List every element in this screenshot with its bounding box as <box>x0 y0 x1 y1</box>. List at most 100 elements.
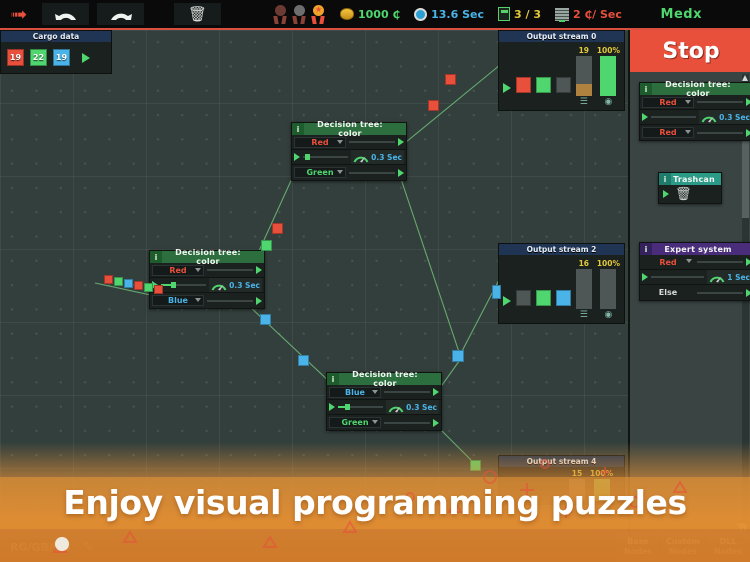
delay-track[interactable] <box>161 282 207 288</box>
node-row-condition-2: Blue <box>150 293 264 308</box>
delay-track[interactable] <box>651 116 697 118</box>
output-port[interactable] <box>398 138 404 146</box>
delay-gauge[interactable]: 0.3 Sec <box>209 278 262 292</box>
delay-gauge[interactable]: 0.3 Sec <box>386 400 439 414</box>
delete-button[interactable]: 🗑 <box>174 3 221 25</box>
input-port[interactable] <box>503 296 511 306</box>
target-icon: ◉ <box>604 97 613 107</box>
node-header[interactable]: i Decision tree: color <box>150 248 264 266</box>
delay-gauge[interactable]: 0.3 Sec <box>699 110 750 124</box>
color-select-value: Red <box>659 128 677 137</box>
undo-button[interactable] <box>42 3 89 25</box>
color-select-value: Red <box>311 137 329 147</box>
input-port[interactable] <box>642 273 648 281</box>
input-port[interactable] <box>642 113 648 121</box>
info-icon[interactable]: i <box>640 243 652 255</box>
cargo-item: 19 <box>7 49 24 66</box>
redo-button[interactable] <box>97 3 144 25</box>
sidebar-scrollbar[interactable] <box>742 74 749 532</box>
color-select[interactable]: Blue <box>152 295 204 306</box>
cargo-block <box>452 350 464 362</box>
output-port[interactable] <box>746 98 750 106</box>
rate-value: 2 ₵/ Sec <box>572 7 622 21</box>
color-select[interactable]: Red <box>642 127 694 138</box>
cargo-block <box>428 100 439 111</box>
tab-dll-nodes[interactable]: DLL Nodes <box>705 532 750 562</box>
connection-track <box>697 291 743 294</box>
color-select[interactable]: Red <box>642 257 694 268</box>
output-stream-2-panel[interactable]: Output stream 2 16 ☰ 100% ◉ <box>498 243 625 324</box>
info-icon[interactable]: i <box>640 83 652 95</box>
count-bar <box>575 56 592 96</box>
output-stream-4-panel[interactable]: Output stream 4 15 100% <box>498 455 625 505</box>
cargo-output-port[interactable] <box>82 52 90 63</box>
right-sidebar: Stop i Decision tree: color Red 0.3 Sec … <box>628 30 750 532</box>
count-value: 15 <box>571 469 583 478</box>
bottom-bar: RG/GB/RG ✎ Base Nodes Custom Nodes DLL N… <box>0 523 750 562</box>
cursor-tool-button[interactable]: ➟ <box>4 3 34 25</box>
node-canvas[interactable]: Cargo data 19 22 19 i Decision tree: col… <box>0 30 628 532</box>
input-port[interactable] <box>663 190 669 198</box>
cargo-block <box>104 275 113 284</box>
node-header[interactable]: i Decision tree: color <box>292 120 406 138</box>
gauge-icon <box>709 272 725 283</box>
stop-button[interactable]: Stop <box>630 30 750 72</box>
color-select[interactable]: Blue <box>329 386 381 398</box>
node-title: Decision tree: color <box>175 248 241 266</box>
output-port[interactable] <box>398 168 404 177</box>
edit-pencil-icon[interactable]: ✎ <box>82 540 93 555</box>
output-stream-title: Output stream 4 <box>499 456 624 467</box>
node-header[interactable]: i Decision tree: color <box>327 370 441 388</box>
node-title: Decision tree: color <box>352 370 418 388</box>
tab-custom-nodes[interactable]: Custom Nodes <box>660 532 705 562</box>
tab-label-line2: Nodes <box>623 547 653 556</box>
stack-icon: ☰ <box>579 97 588 107</box>
cargo-block <box>492 285 501 299</box>
input-port[interactable] <box>503 83 511 93</box>
delay-gauge[interactable]: 0.3 Sec <box>351 150 404 164</box>
info-icon[interactable]: i <box>659 173 671 185</box>
output-port[interactable] <box>746 258 750 266</box>
decision-tree-node-left[interactable]: i Decision tree: color Red 0.3 Sec Blue <box>149 248 265 309</box>
tab-base-nodes[interactable]: Base Nodes <box>615 532 660 562</box>
color-select[interactable]: Red <box>642 96 694 108</box>
decision-tree-node-bottom[interactable]: i Decision tree: color Blue 0.3 Sec Gree… <box>326 370 442 431</box>
node-header[interactable]: i Decision tree: color <box>640 80 750 98</box>
connection-track <box>697 101 743 103</box>
output-port[interactable] <box>256 296 262 305</box>
cargo-block <box>154 285 163 294</box>
output-port[interactable] <box>746 288 750 297</box>
else-label-wrap: Else <box>642 287 694 298</box>
delay-track[interactable] <box>338 404 384 410</box>
info-icon[interactable]: i <box>327 373 339 385</box>
chevron-down-icon <box>372 389 378 394</box>
palette-expert-system-node[interactable]: i Expert system Red 1 Sec Else <box>639 242 750 301</box>
node-header[interactable]: i Trashcan <box>659 173 721 185</box>
output-port[interactable] <box>433 388 439 396</box>
output-port[interactable] <box>433 418 439 427</box>
crates-value: 3 / 3 <box>513 7 541 21</box>
delay-track[interactable] <box>303 154 349 160</box>
decision-tree-node-top[interactable]: i Decision tree: color Red 0.3 Sec Green <box>291 120 407 181</box>
info-icon[interactable]: i <box>292 123 304 135</box>
cargo-block <box>470 460 481 471</box>
collapse-caret-icon[interactable] <box>736 523 746 530</box>
cargo-data-panel[interactable]: Cargo data 19 22 19 <box>0 30 112 74</box>
info-icon[interactable]: i <box>150 251 162 263</box>
color-select[interactable]: Red <box>294 136 346 148</box>
output-port[interactable] <box>256 266 262 274</box>
output-port[interactable] <box>746 128 750 137</box>
color-select[interactable]: Green <box>329 417 381 428</box>
node-header[interactable]: i Expert system <box>640 243 750 255</box>
color-select-value: Red <box>659 257 677 267</box>
palette-trashcan-node[interactable]: i Trashcan 🗑 <box>658 172 722 204</box>
input-port[interactable] <box>329 403 335 411</box>
color-select[interactable]: Green <box>294 167 346 178</box>
delay-gauge[interactable]: 1 Sec <box>707 270 750 284</box>
delay-track[interactable] <box>651 276 705 278</box>
input-port[interactable] <box>294 153 300 161</box>
output-stream-0-panel[interactable]: Output stream 0 19 ☰ 100% ◉ <box>498 30 625 111</box>
palette-decision-tree-node[interactable]: i Decision tree: color Red 0.3 Sec Red <box>639 80 750 141</box>
output-stream-title: Output stream 0 <box>499 31 624 42</box>
color-select[interactable]: Red <box>152 264 204 276</box>
